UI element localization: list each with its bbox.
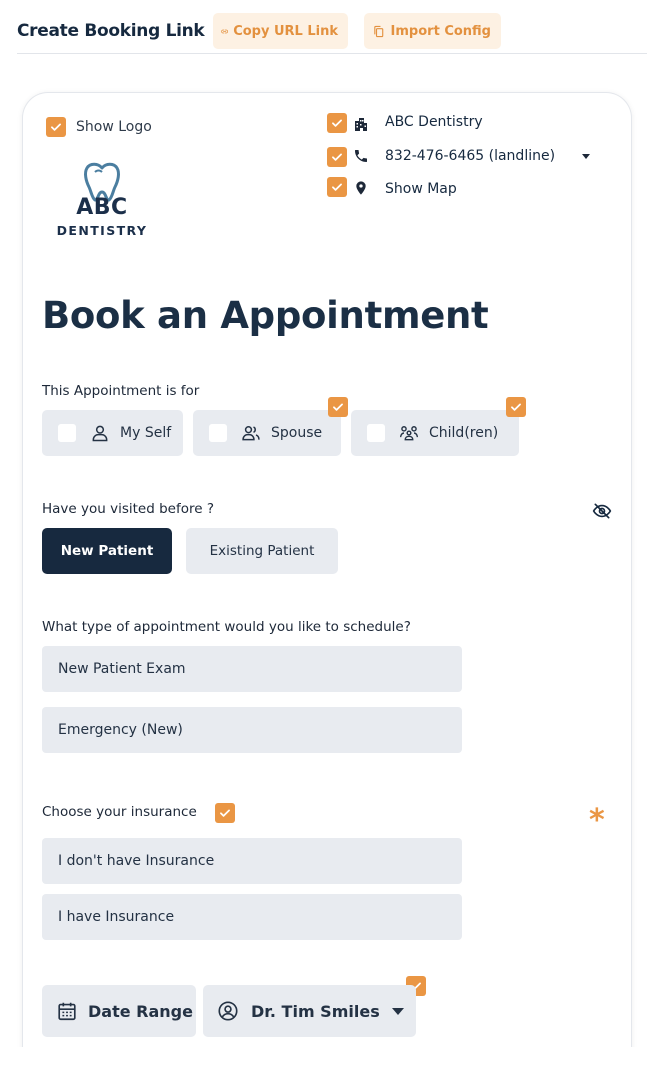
doctor-select[interactable]: Dr. Tim Smiles [203,985,416,1037]
bottom-cover [0,1047,647,1082]
building-icon [355,118,367,131]
appointment-type-option[interactable]: New Patient Exam [42,646,462,692]
doctor-label: Dr. Tim Smiles [251,1001,380,1021]
import-config-label: Import Config [390,23,491,39]
practice-name: ABC Dentistry [385,114,483,130]
myself-checkbox[interactable] [58,424,76,442]
import-config-button[interactable]: Import Config [364,13,501,49]
phone-icon [355,150,367,162]
appointment-for-label: This Appointment is for [42,383,200,399]
practice-logo: ABC DENTISTRY [56,160,148,242]
logo-text-abc: ABC [76,195,128,220]
check-icon [333,403,343,411]
chevron-down-icon[interactable] [580,150,592,162]
date-range-label: Date Range [88,1001,193,1021]
show-map-checkbox[interactable] [327,177,347,197]
link-icon [221,29,228,33]
spouse-label: Spouse [271,425,323,441]
family-icon [399,426,419,441]
logo-text-dentistry: DENTISTRY [56,223,148,238]
appointment-type-label: What type of appointment would you like … [42,619,411,635]
option-myself[interactable]: My Self [42,410,183,456]
check-icon [51,123,61,131]
existing-patient-button[interactable]: Existing Patient [186,528,338,574]
insurance-label: Choose your insurance [42,804,197,820]
show-logo-checkbox[interactable] [46,117,66,137]
enable-insurance-checkbox[interactable] [215,803,235,823]
check-icon [511,403,521,411]
person-icon [92,425,108,442]
appointment-type-option[interactable]: Emergency (New) [42,707,462,753]
show-logo-label: Show Logo [76,119,152,135]
date-range-button[interactable]: Date Range [42,985,196,1037]
enable-children-checkbox[interactable] [506,397,526,417]
option-spouse[interactable]: Spouse [193,410,341,456]
phone-number[interactable]: 832-476-6465 (landline) [385,148,555,164]
option-children[interactable]: Child(ren) [351,410,519,456]
spouse-checkbox[interactable] [209,424,227,442]
insurance-option[interactable]: I have Insurance [42,894,462,940]
eye-off-icon[interactable] [592,501,612,521]
insurance-option[interactable]: I don't have Insurance [42,838,462,884]
caret-down-icon [392,1008,404,1015]
page-title: Create Booking Link [17,21,205,41]
copy-url-label: Copy URL Link [233,23,338,39]
new-patient-button[interactable]: New Patient [42,528,172,574]
show-phone-checkbox[interactable] [327,147,347,167]
calendar-icon [58,1002,76,1021]
children-label: Child(ren) [429,425,499,441]
copy-icon [374,25,384,37]
user-circle-icon [218,1001,238,1021]
page-heading: Book an Appointment [42,294,489,337]
copy-url-button[interactable]: Copy URL Link [213,13,348,49]
enable-spouse-checkbox[interactable] [328,397,348,417]
show-map-label: Show Map [385,181,457,197]
visited-before-label: Have you visited before ? [42,501,214,517]
children-checkbox[interactable] [367,424,385,442]
check-icon [332,119,342,127]
check-icon [332,183,342,191]
show-practice-name-checkbox[interactable] [327,113,347,133]
check-icon [220,809,230,817]
required-asterisk[interactable]: * [589,803,605,838]
top-bar: Create Booking Link Copy URL Link Import… [17,12,647,54]
myself-label: My Self [120,425,172,441]
people-icon [242,426,260,441]
map-pin-icon [356,181,366,195]
check-icon [332,153,342,161]
